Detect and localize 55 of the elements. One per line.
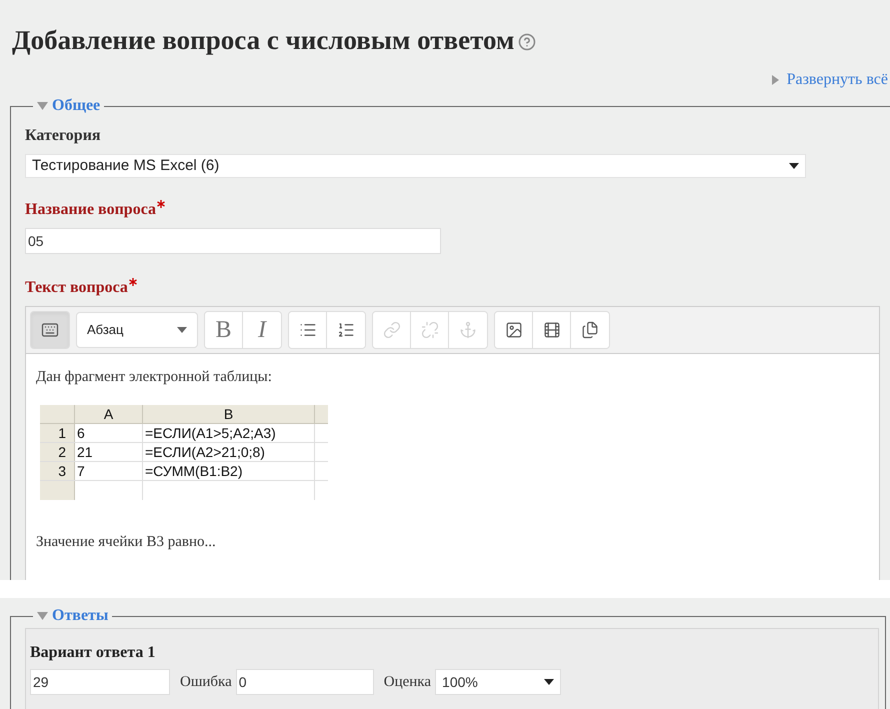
- numbers-icon: [337, 321, 355, 339]
- field-label: Категория: [25, 126, 101, 146]
- link-icon: [382, 321, 400, 339]
- answer-field[interactable]: 29: [30, 669, 170, 695]
- paragraph-format-select[interactable]: Абзац: [76, 312, 198, 348]
- numbers-button[interactable]: [327, 312, 365, 348]
- bold-button[interactable]: B: [205, 312, 243, 348]
- editor-paragraph: Значение ячейки B3 равно...: [36, 532, 217, 552]
- files-button[interactable]: [571, 312, 609, 348]
- grade-label: Оценка: [384, 672, 432, 692]
- italic-button[interactable]: I: [243, 312, 281, 348]
- select-value: Тестирование MS Excel (6): [32, 156, 220, 176]
- row-header: 2: [40, 442, 75, 460]
- caret-icon: [544, 679, 554, 685]
- section-legend-link[interactable]: Ответы: [52, 604, 108, 628]
- expand-triangle-icon: [772, 75, 779, 85]
- row-header: 1: [40, 424, 75, 442]
- files-icon: [581, 321, 599, 339]
- error-label: Ошибка: [180, 672, 232, 692]
- toggle-icon: [41, 321, 59, 339]
- sheet-cell: =СУММ(B1:B2): [143, 462, 315, 480]
- sheet-cell: =ЕСЛИ(A1>5;A2;A3): [143, 424, 315, 442]
- row-header: 3: [40, 462, 75, 480]
- category-select[interactable]: Тестирование MS Excel (6): [25, 154, 806, 178]
- sheet-cell: 7: [75, 462, 143, 480]
- unlink-icon: [420, 321, 438, 339]
- image-icon: [504, 321, 522, 339]
- sheet-cell: 21: [75, 442, 143, 460]
- field-label: Название вопроса: [25, 200, 156, 220]
- section-legend-link[interactable]: Общее: [52, 94, 100, 118]
- collapse-triangle-icon[interactable]: [37, 102, 48, 110]
- caret-icon: [789, 163, 799, 169]
- bullets-icon: [298, 321, 316, 339]
- question-name-field[interactable]: 05: [25, 228, 441, 254]
- sheet-cell: 6: [75, 424, 143, 442]
- help-icon[interactable]: [518, 33, 536, 51]
- media-button[interactable]: [533, 312, 571, 348]
- bullets-button[interactable]: [289, 312, 327, 348]
- field-label: Текст вопроса: [25, 278, 128, 298]
- caret-icon: [177, 327, 187, 333]
- expand-all-link[interactable]: Развернуть всё: [786, 68, 888, 92]
- column-header: A: [75, 404, 143, 422]
- grade-select[interactable]: 100%: [435, 669, 562, 695]
- format-value: Абзац: [87, 321, 124, 340]
- anchor-icon: [459, 321, 477, 339]
- editor-paragraph: Дан фрагмент электронной таблицы:: [36, 368, 273, 387]
- error-field[interactable]: 0: [236, 669, 374, 695]
- column-header: B: [143, 404, 315, 422]
- media-icon: [542, 321, 560, 339]
- sheet-cell: =ЕСЛИ(A2>21;0;8): [143, 442, 315, 460]
- answer-label: Вариант ответа 1: [30, 643, 156, 663]
- select-value: 100%: [442, 672, 478, 692]
- page-title: Добавление вопроса с числовым ответом: [12, 24, 514, 57]
- collapse-triangle-icon[interactable]: [37, 612, 48, 620]
- image-button[interactable]: [495, 312, 533, 348]
